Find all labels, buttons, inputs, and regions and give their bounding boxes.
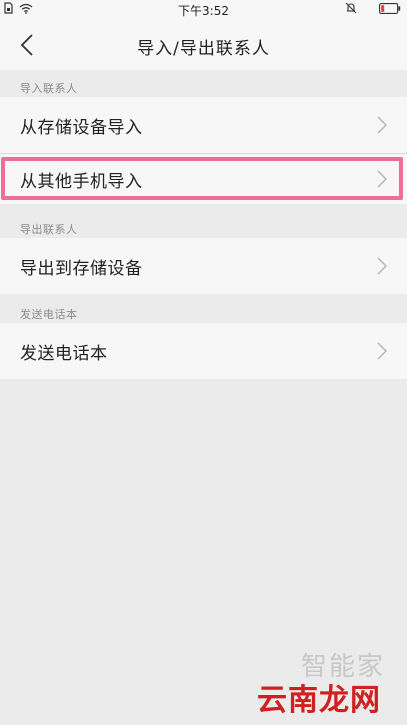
page-title: 导入/导出联系人 — [137, 39, 270, 59]
import-from-phone-item[interactable]: 从其他手机导入 — [0, 154, 407, 204]
export-to-storage-item[interactable]: 导出到存储设备 — [0, 238, 407, 294]
status-right-icons — [345, 2, 401, 14]
import-from-storage-label: 从存储设备导入 — [20, 117, 143, 138]
screen: 下午3:52 导入/导出联系人 导入联系人 从存储设备导入 从其他手机导入 导出… — [0, 0, 407, 725]
header: 导入/导出联系人 — [0, 20, 407, 70]
send-contacts-item[interactable]: 发送电话本 — [0, 323, 407, 379]
battery-icon — [379, 2, 401, 14]
export-to-storage-label: 导出到存储设备 — [20, 258, 143, 279]
import-from-storage-item[interactable]: 从存储设备导入 — [0, 97, 407, 153]
chevron-right-icon — [377, 257, 387, 275]
status-bar: 下午3:52 — [0, 0, 407, 20]
watermark-logo-text: 云南龙网 — [257, 683, 381, 718]
section-label-send: 发送电话本 — [20, 308, 78, 321]
import-from-phone-label: 从其他手机导入 — [20, 171, 143, 192]
chevron-right-icon — [377, 116, 387, 134]
section-label-import: 导入联系人 — [20, 82, 78, 95]
section-label-export: 导出联系人 — [20, 223, 78, 236]
chevron-right-icon — [377, 342, 387, 360]
send-contacts-label: 发送电话本 — [20, 343, 108, 364]
chevron-right-icon — [377, 170, 387, 188]
bell-mute-icon — [345, 2, 357, 14]
